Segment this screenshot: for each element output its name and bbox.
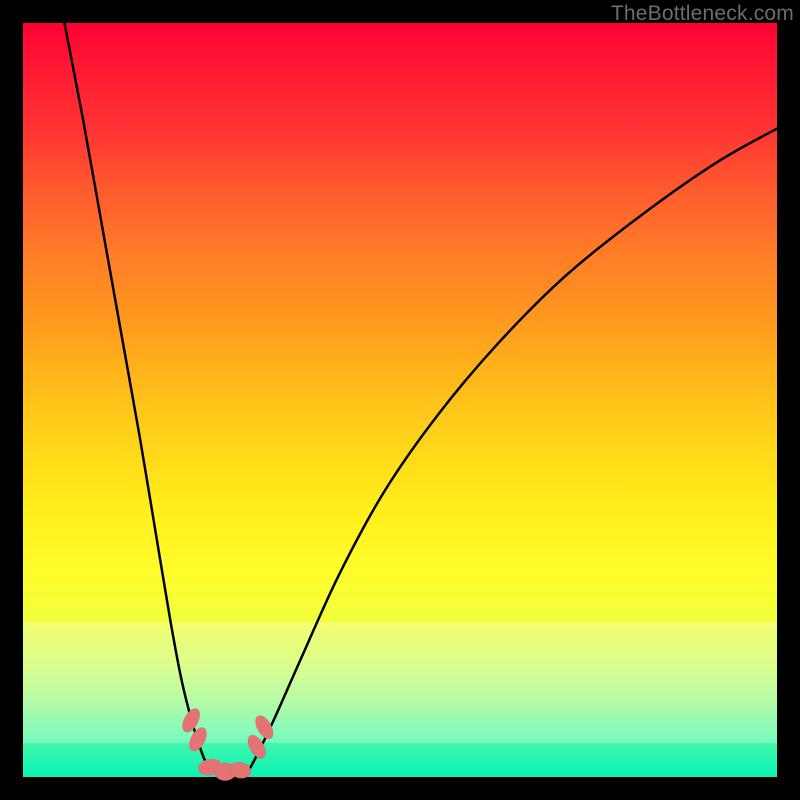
chart-stage: TheBottleneck.com: [0, 0, 800, 800]
curve-layer: [23, 23, 777, 777]
plot-area: [23, 23, 777, 777]
bottleneck-curve: [64, 23, 777, 775]
